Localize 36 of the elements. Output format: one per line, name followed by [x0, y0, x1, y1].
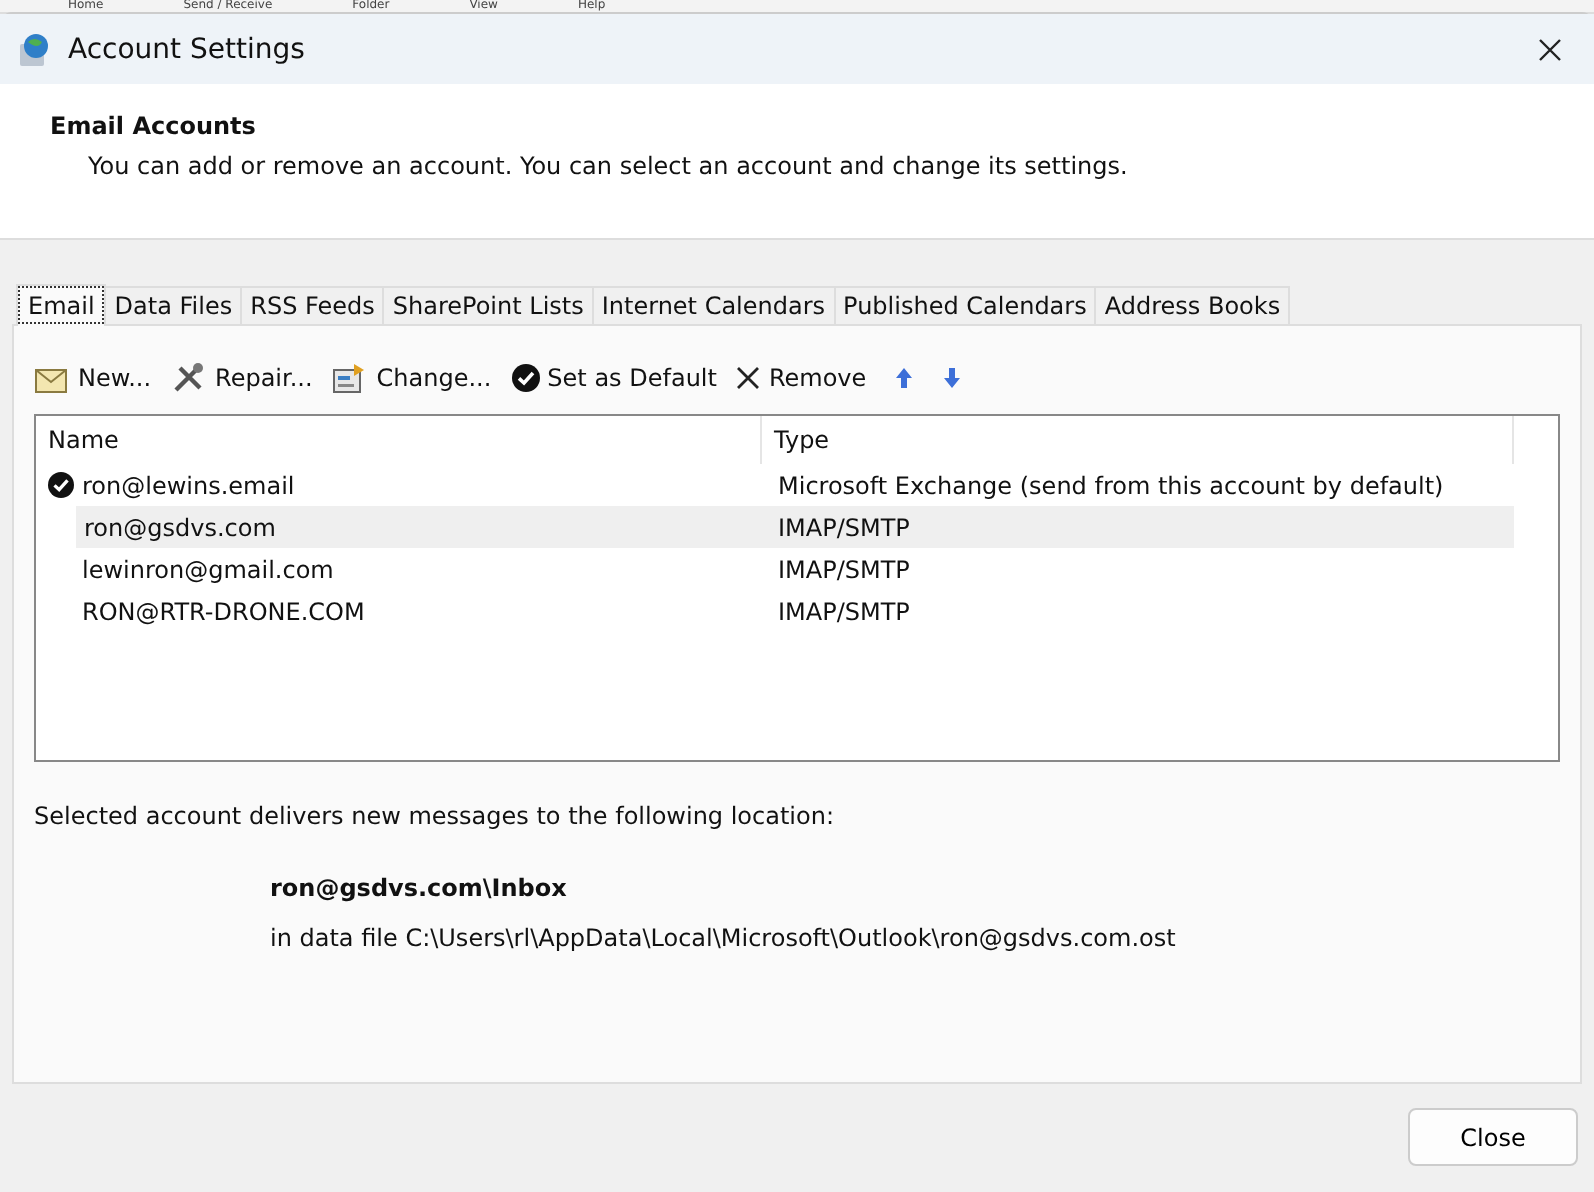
settings-card-icon — [332, 362, 369, 394]
close-button[interactable]: Close — [1408, 1108, 1578, 1166]
close-icon[interactable] — [1538, 37, 1562, 61]
account-name: lewinron@gmail.com — [82, 555, 334, 583]
section-description: You can add or remove an account. You can select an account and change its settings. — [88, 152, 1130, 180]
move-down-icon[interactable] — [942, 366, 963, 390]
check-circle-icon — [511, 364, 540, 392]
account-row[interactable]: ron@gsdvs.com IMAP/SMTP — [76, 506, 1514, 548]
remove-icon — [736, 366, 761, 390]
new-account-button[interactable]: New... — [34, 362, 152, 394]
account-type: IMAP/SMTP — [778, 597, 910, 625]
account-name: ron@gsdvs.com — [84, 513, 276, 541]
account-name: ron@lewins.email — [82, 471, 295, 499]
account-type: Microsoft Exchange (send from this account by default) — [778, 471, 1444, 499]
default-account-button[interactable]: Set as Default — [511, 364, 717, 392]
section-title: Email Accounts — [50, 112, 258, 140]
location-description: Selected account delivers new messages to the following location: — [34, 802, 837, 830]
column-header[interactable]: Type — [762, 416, 1514, 464]
remove-account-button[interactable]: Remove — [736, 364, 867, 392]
column-header[interactable]: Name — [36, 416, 762, 464]
account-row[interactable]: ron@lewins.email Microsoft Exchange (send from this account by default) — [36, 464, 1514, 506]
change-account-button[interactable]: Change... — [332, 362, 492, 394]
tools-icon — [171, 362, 208, 394]
account-row[interactable]: RON@RTR-DRONE.COM IMAP/SMTP — [36, 590, 1514, 632]
delivery-folder: ron@gsdvs.com\Inbox — [270, 874, 569, 902]
window-title: Account Settings — [68, 33, 307, 65]
account-name: RON@RTR-DRONE.COM — [82, 597, 365, 625]
repair-account-button[interactable]: Repair... — [171, 362, 313, 394]
move-up-icon[interactable] — [894, 366, 915, 390]
data-file-path: in data file C:\Users\rl\AppData\Local\Microsoft\Outlook\ron@gsdvs.com.ost — [270, 924, 1178, 952]
account-type: IMAP/SMTP — [778, 513, 910, 541]
globe-icon — [16, 31, 52, 67]
account-row[interactable]: lewinron@gmail.com IMAP/SMTP — [36, 548, 1514, 590]
tab[interactable]: Address Books — [1094, 286, 1291, 324]
tab[interactable]: Email — [16, 284, 107, 326]
account-type: IMAP/SMTP — [778, 555, 910, 583]
